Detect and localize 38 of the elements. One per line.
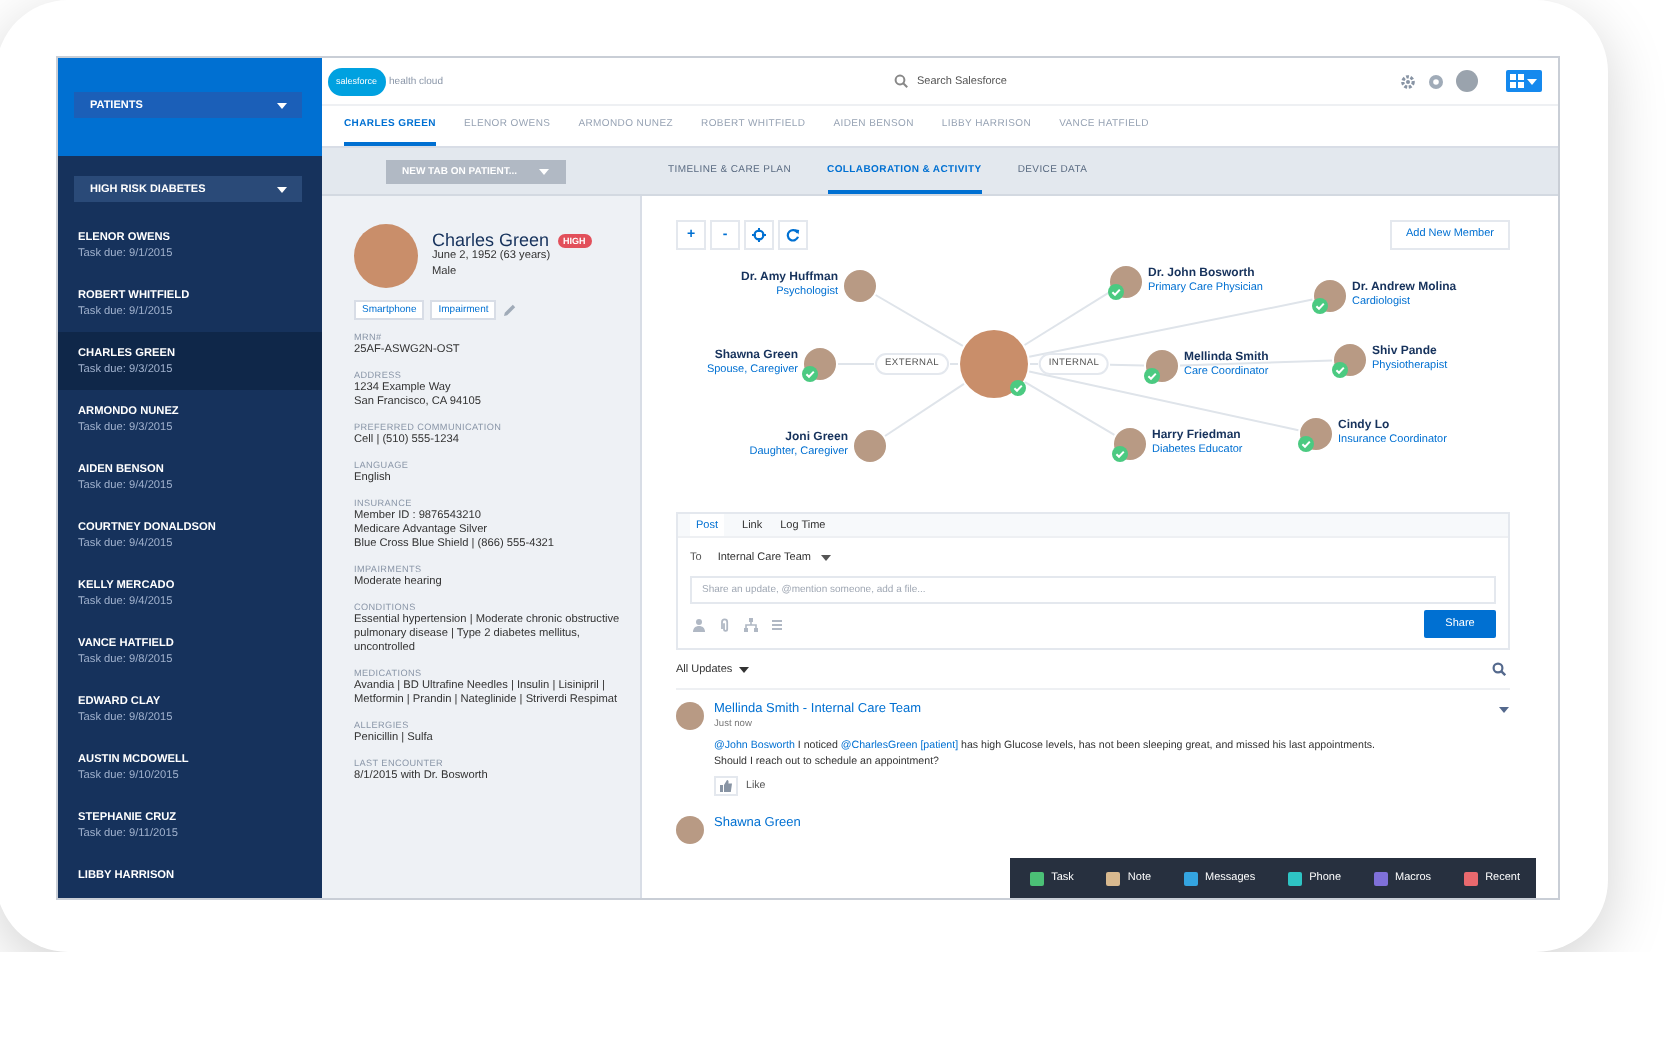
pencil-icon[interactable] [502, 303, 517, 317]
grid-icon [1510, 74, 1524, 88]
help-icon[interactable] [1428, 73, 1444, 89]
connector-line [874, 294, 964, 347]
search-icon [894, 74, 909, 88]
connector-line [1109, 363, 1145, 367]
refresh-icon [786, 227, 800, 241]
connector-line [949, 363, 959, 365]
patient-name: Charles Green [432, 230, 550, 250]
caret-icon [1526, 77, 1538, 85]
app-launcher-button[interactable] [1506, 70, 1542, 92]
patient-avatar [960, 330, 1028, 398]
search-icon[interactable] [1492, 662, 1506, 676]
center-button[interactable] [744, 219, 774, 249]
patient-photo [354, 224, 418, 288]
hierarchy-icon[interactable] [744, 617, 758, 631]
thumbs-up-icon [720, 780, 732, 792]
refresh-button[interactable] [778, 219, 808, 249]
settings-icon[interactable] [1400, 73, 1416, 89]
crosshair-icon [752, 227, 766, 241]
caret-icon [738, 665, 751, 673]
paperclip-icon[interactable] [718, 617, 732, 631]
caret-icon [276, 185, 288, 193]
connector-line [837, 363, 875, 365]
caret-icon [538, 167, 550, 175]
caret-icon [276, 101, 288, 109]
author-avatar[interactable] [676, 816, 704, 844]
member-avatar[interactable] [854, 430, 886, 462]
caret-icon[interactable] [1498, 706, 1510, 714]
like-button[interactable] [714, 776, 738, 796]
connector-line [1029, 363, 1039, 365]
connector-line [884, 382, 965, 437]
member-avatar[interactable] [844, 270, 876, 302]
user-avatar[interactable] [1456, 70, 1478, 92]
list-icon[interactable] [770, 617, 784, 631]
caret-icon [819, 554, 831, 562]
author-avatar[interactable] [676, 702, 704, 730]
person-icon[interactable] [692, 617, 706, 631]
